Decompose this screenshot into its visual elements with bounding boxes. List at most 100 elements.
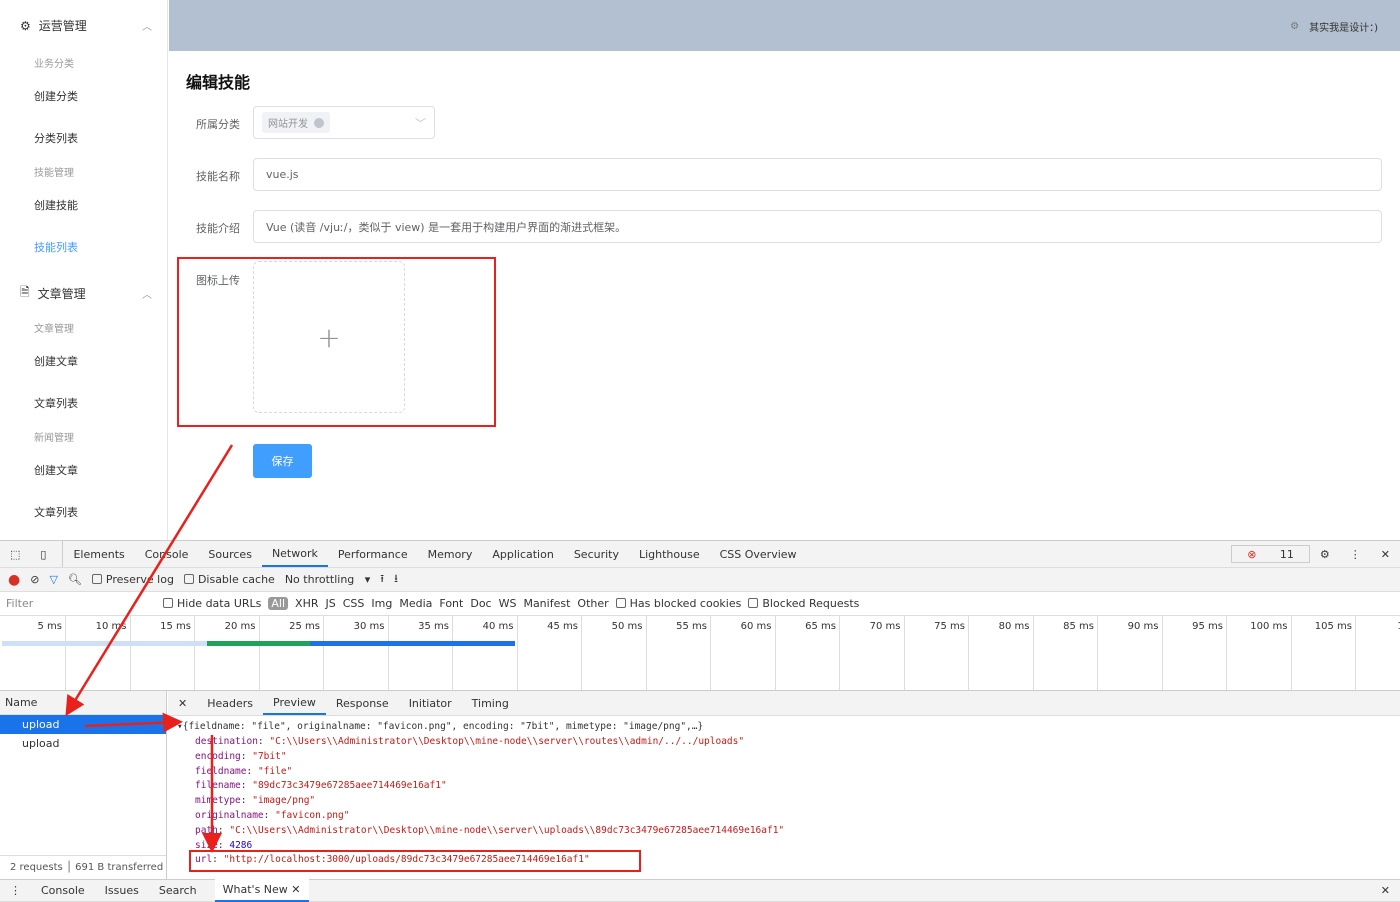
filter-js[interactable]: JS: [326, 597, 336, 610]
tab-application[interactable]: Application: [482, 541, 563, 567]
drawer-tab-console[interactable]: Console: [31, 884, 95, 897]
tab-sources[interactable]: Sources: [198, 541, 262, 567]
tab-initiator[interactable]: Initiator: [399, 691, 462, 715]
tab-console[interactable]: Console: [135, 541, 199, 567]
skill-intro-input[interactable]: Vue (读音 /vjuː/，类似于 view) 是一套用于构建用户界面的渐进式…: [253, 210, 1382, 243]
request-row[interactable]: upload: [0, 734, 166, 753]
category-tag: 网站开发: [262, 112, 330, 133]
disable-cache-checkbox[interactable]: Disable cache: [184, 573, 275, 586]
import-icon[interactable]: ⭱: [380, 570, 384, 589]
timeline-tick: 50 ms: [596, 621, 643, 632]
tab-memory[interactable]: Memory: [418, 541, 483, 567]
tab-elements[interactable]: Elements: [63, 541, 134, 567]
hide-data-urls-checkbox[interactable]: Hide data URLs: [163, 597, 261, 610]
preview-field-url[interactable]: url: "http://localhost:3000/uploads/89dc…: [195, 854, 590, 865]
filter-ws[interactable]: WS: [499, 597, 517, 610]
inspect-icon[interactable]: ⬚: [0, 541, 30, 567]
filter-all[interactable]: All: [268, 597, 288, 610]
filter-other[interactable]: Other: [577, 597, 608, 610]
preview-field-originalname[interactable]: originalname: "favicon.png": [195, 810, 349, 821]
category-select[interactable]: 网站开发 ﹀: [253, 106, 435, 139]
tab-network[interactable]: Network: [262, 541, 328, 567]
intro-label: 技能介绍: [196, 220, 240, 236]
tab-css-overview[interactable]: CSS Overview: [710, 541, 807, 567]
tab-preview[interactable]: Preview: [263, 691, 326, 715]
preview-field-filename[interactable]: filename: "89dc73c3479e67285aee714469e16…: [195, 780, 447, 791]
filter-input[interactable]: Filter: [0, 597, 156, 610]
filter-font[interactable]: Font: [439, 597, 463, 610]
filter-doc[interactable]: Doc: [470, 597, 491, 610]
timeline-tick: 75 ms: [918, 621, 965, 632]
request-list: Name upload upload 2 requests │ 691 B tr…: [0, 691, 167, 879]
plus-icon: +: [317, 321, 340, 354]
devtools-panel: ⬚▯ Elements Console Sources Network Perf…: [0, 540, 1400, 901]
filter-img[interactable]: Img: [371, 597, 392, 610]
drawer-tab-whats-new[interactable]: What's New ✕: [215, 879, 309, 902]
request-row[interactable]: upload: [0, 715, 166, 734]
preview-field-path[interactable]: path: "C:\\Users\\Administrator\\Desktop…: [195, 825, 784, 836]
sidebar-item-news-list[interactable]: 文章列表: [34, 504, 78, 520]
throttling-select[interactable]: No throttling ▾: [285, 573, 370, 586]
drawer-menu-icon[interactable]: ⋮: [0, 884, 31, 897]
export-icon[interactable]: ⭳: [394, 570, 398, 589]
tab-headers[interactable]: Headers: [197, 691, 263, 715]
sidebar-group-operations[interactable]: ⚙运营管理︿: [20, 17, 152, 34]
close-drawer-icon[interactable]: ✕: [1381, 884, 1400, 897]
name-column-header[interactable]: Name: [0, 691, 166, 715]
close-icon[interactable]: ✕: [1371, 541, 1400, 567]
sidebar-item-create-news[interactable]: 创建文章: [34, 462, 78, 478]
save-button[interactable]: 保存: [253, 444, 312, 478]
sidebar-section-title: 业务分类: [34, 55, 74, 70]
preview-field-mimetype[interactable]: mimetype: "image/png": [195, 795, 315, 806]
timeline-bar: [2, 641, 515, 646]
sidebar-group-articles[interactable]: 🗎文章管理︿: [20, 283, 152, 304]
filter-media[interactable]: Media: [399, 597, 432, 610]
filter-xhr[interactable]: XHR: [295, 597, 318, 610]
preview-field-encoding[interactable]: encoding: "7bit": [195, 751, 287, 762]
tab-timing[interactable]: Timing: [462, 691, 519, 715]
tab-performance[interactable]: Performance: [328, 541, 418, 567]
clear-icon[interactable]: ⊘: [30, 573, 39, 586]
sidebar-item-category-list[interactable]: 分类列表: [34, 130, 78, 146]
skill-name-input[interactable]: vue.js: [253, 158, 1382, 191]
preview-field-fieldname[interactable]: fieldname: "file": [195, 766, 292, 777]
sidebar-item-skill-list[interactable]: 技能列表: [34, 239, 78, 255]
icon-uploader[interactable]: +: [253, 261, 405, 413]
icon-upload-label: 图标上传: [196, 272, 240, 288]
sidebar-section-title: 新闻管理: [34, 429, 74, 444]
filter-icon[interactable]: ▽: [49, 573, 57, 586]
timeline-gridline: [1097, 616, 1098, 690]
chevron-up-icon: ︿: [142, 18, 152, 33]
timeline-gridline: [904, 616, 905, 690]
tab-lighthouse[interactable]: Lighthouse: [629, 541, 710, 567]
preview-summary[interactable]: ▾{fieldname: "file", originalname: "favi…: [177, 721, 703, 732]
tab-security[interactable]: Security: [564, 541, 629, 567]
blocked-requests-checkbox[interactable]: Blocked Requests: [748, 597, 859, 610]
drawer-tab-search[interactable]: Search: [149, 884, 207, 897]
filter-manifest[interactable]: Manifest: [523, 597, 570, 610]
close-detail-icon[interactable]: ✕: [168, 691, 197, 715]
tab-response[interactable]: Response: [326, 691, 399, 715]
more-icon[interactable]: ⋮: [1340, 541, 1371, 567]
timeline-tick: 10 ms: [80, 621, 127, 632]
sidebar-item-article-list[interactable]: 文章列表: [34, 395, 78, 411]
sidebar-item-create-skill[interactable]: 创建技能: [34, 197, 78, 213]
preview-field-size[interactable]: size: 4286: [195, 840, 252, 851]
preview-field-destination[interactable]: destination: "C:\\Users\\Administrator\\…: [195, 736, 744, 747]
settings-icon[interactable]: ⚙: [1310, 541, 1340, 567]
blocked-cookies-checkbox[interactable]: Has blocked cookies: [616, 597, 742, 610]
search-icon[interactable]: 🔍︎: [68, 573, 82, 586]
error-badge[interactable]: ⊗ 11: [1231, 545, 1310, 563]
user-menu[interactable]: ⚙其实我是设计：): [1290, 19, 1378, 34]
device-toolbar-icon[interactable]: ▯: [30, 541, 63, 567]
record-icon[interactable]: ●: [8, 572, 20, 588]
chevron-down-icon: ﹀: [415, 115, 426, 131]
timeline-gridline: [1226, 616, 1227, 690]
preserve-log-checkbox[interactable]: Preserve log: [92, 573, 174, 586]
sidebar-item-create-article[interactable]: 创建文章: [34, 353, 78, 369]
filter-css[interactable]: CSS: [343, 597, 365, 610]
sidebar-item-create-category[interactable]: 创建分类: [34, 88, 78, 104]
drawer-tab-issues[interactable]: Issues: [95, 884, 149, 897]
tag-close-icon[interactable]: [314, 118, 324, 128]
timeline-tick: 30 ms: [338, 621, 385, 632]
